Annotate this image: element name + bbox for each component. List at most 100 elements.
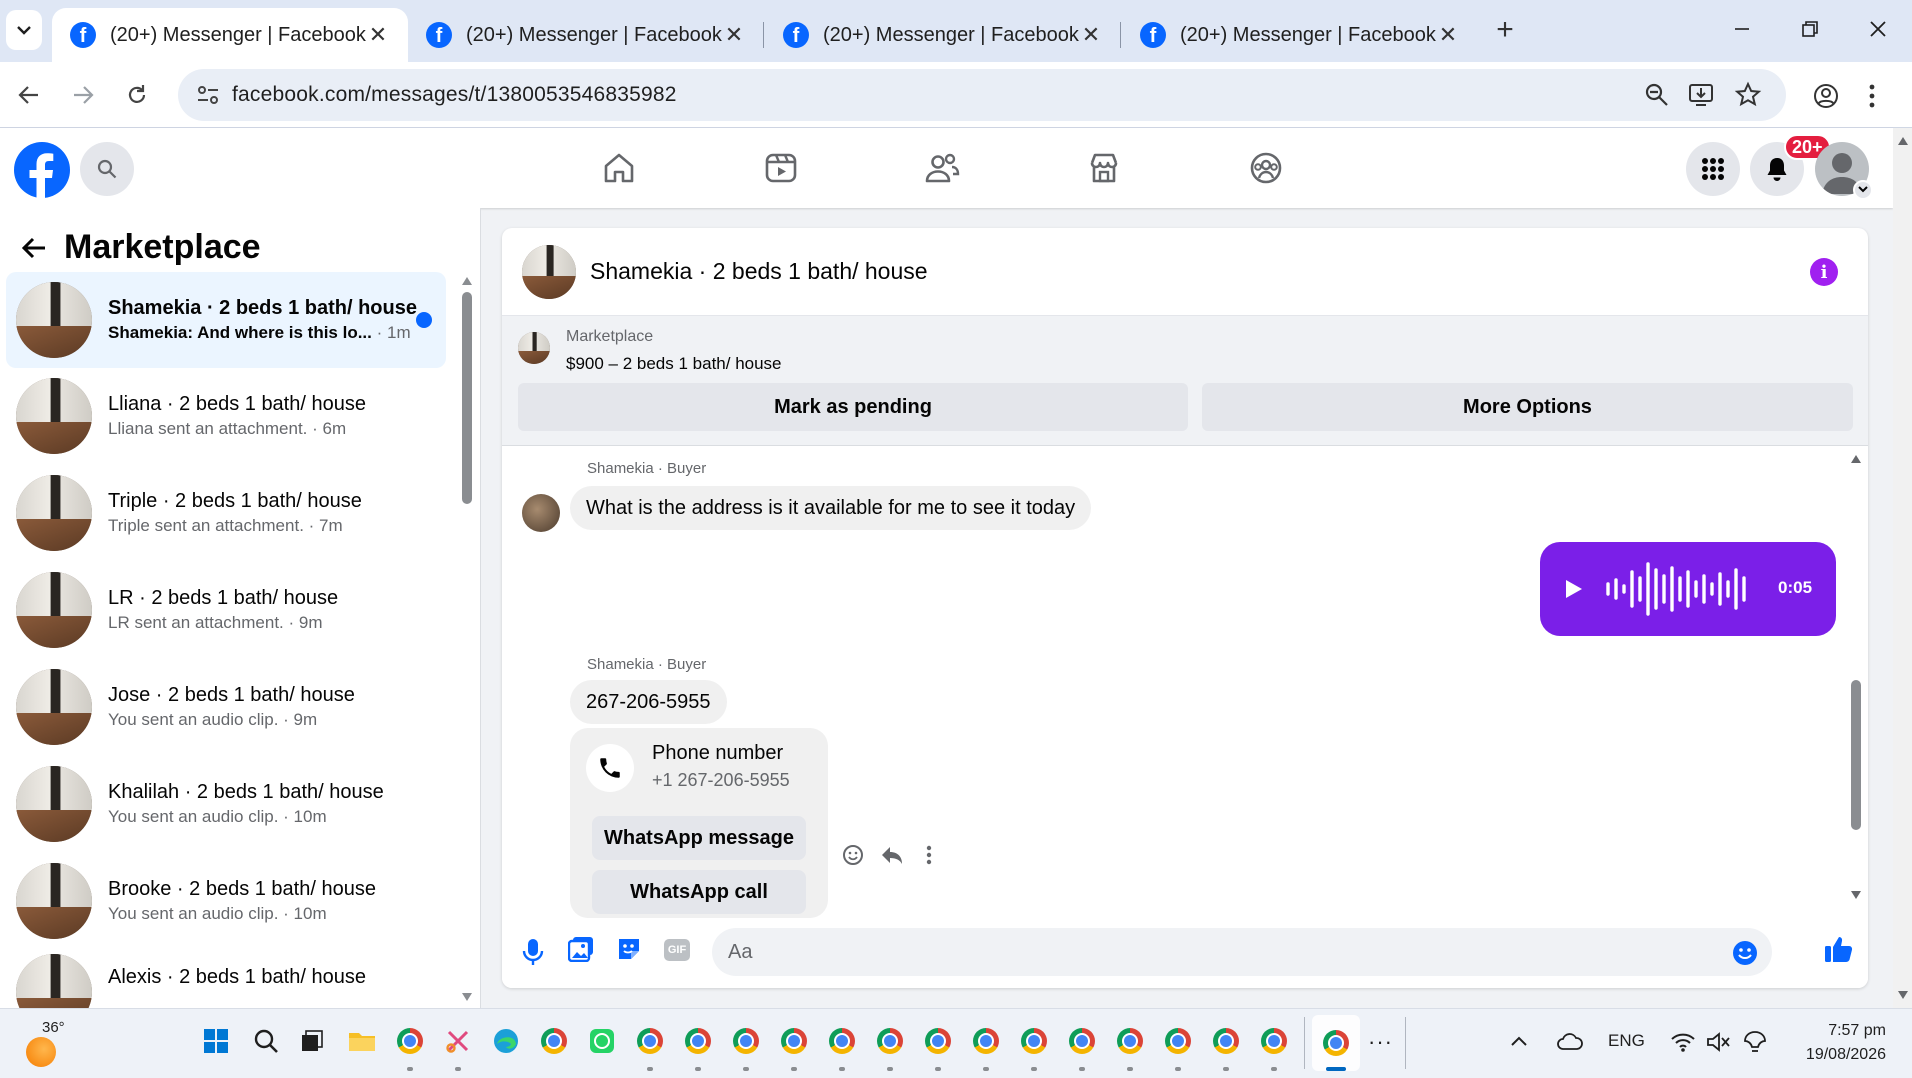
profile-icon[interactable] — [1812, 82, 1840, 110]
nav-home[interactable] — [563, 142, 675, 194]
taskbar-chrome-7[interactable] — [826, 1025, 858, 1057]
message-bubble[interactable]: What is the address is it available for … — [570, 486, 1092, 530]
chat-title[interactable]: Shamekia · 2 beds 1 bath/ house — [590, 258, 928, 285]
microphone-icon[interactable] — [522, 938, 544, 966]
taskbar-chrome-5[interactable] — [730, 1025, 762, 1057]
address-bar[interactable]: facebook.com/messages/t/1380053546835982 — [178, 69, 1786, 121]
install-app-icon[interactable] — [1688, 82, 1716, 108]
snipping-tool-button[interactable] — [442, 1025, 474, 1057]
tab-search-button[interactable] — [6, 10, 42, 50]
react-emoji-icon[interactable] — [842, 844, 864, 866]
nav-groups[interactable] — [1210, 142, 1322, 194]
chat-scrollbar[interactable] — [1851, 680, 1861, 830]
chat-avatar[interactable] — [522, 244, 576, 299]
scroll-down-arrow-icon[interactable] — [461, 992, 473, 1002]
sticker-icon[interactable] — [616, 936, 642, 962]
taskbar-chrome-3[interactable] — [634, 1025, 666, 1057]
forward-button[interactable] — [62, 74, 104, 116]
search-button[interactable] — [80, 142, 134, 196]
weather-widget[interactable]: 36° — [22, 1019, 66, 1067]
taskbar-chrome-11[interactable] — [1018, 1025, 1050, 1057]
close-tab-icon[interactable]: ✕ — [722, 22, 746, 48]
close-window-button[interactable] — [1848, 8, 1908, 50]
taskbar-search-button[interactable] — [250, 1025, 282, 1057]
taskbar-chrome-10[interactable] — [970, 1025, 1002, 1057]
listing-title[interactable]: $900 – 2 beds 1 bath/ house — [566, 354, 782, 374]
nav-video[interactable] — [725, 142, 837, 194]
taskbar-chrome-8[interactable] — [874, 1025, 906, 1057]
browser-tab[interactable]: f (20+) Messenger | Facebook ✕ — [408, 8, 764, 62]
volume-muted-icon[interactable] — [1706, 1031, 1732, 1053]
chevron-up-icon[interactable] — [1510, 1035, 1528, 1047]
close-tab-icon[interactable]: ✕ — [1436, 22, 1460, 48]
whatsapp-message-button[interactable]: WhatsApp message — [592, 816, 806, 860]
conversation-item[interactable]: Lliana · 2 beds 1 bath/ house Lliana sent… — [6, 368, 446, 464]
gif-icon[interactable]: GIF — [664, 939, 690, 961]
new-tab-button[interactable]: + — [1488, 12, 1522, 48]
conversation-list-scrollbar[interactable] — [462, 292, 472, 504]
task-view-button[interactable] — [296, 1025, 328, 1057]
conversation-item[interactable]: Khalilah · 2 beds 1 bath/ house You sent … — [6, 756, 446, 852]
browser-tab[interactable]: f (20+) Messenger | Facebook ✕ — [52, 8, 408, 62]
more-apps-icon[interactable]: ··· — [1368, 1029, 1393, 1055]
account-menu-chevron[interactable] — [1853, 180, 1873, 200]
taskbar-chrome-6[interactable] — [778, 1025, 810, 1057]
reply-icon[interactable] — [880, 844, 904, 866]
taskbar-chrome-12[interactable] — [1066, 1025, 1098, 1057]
thumbs-up-icon[interactable] — [1824, 934, 1854, 964]
taskbar-chrome-14[interactable] — [1162, 1025, 1194, 1057]
photo-icon[interactable] — [568, 936, 594, 962]
conversation-item[interactable]: Triple · 2 beds 1 bath/ house Triple sent… — [6, 465, 446, 561]
file-explorer-button[interactable] — [346, 1025, 378, 1057]
whatsapp-call-button[interactable]: WhatsApp call — [592, 870, 806, 914]
mark-as-pending-button[interactable]: Mark as pending — [518, 383, 1188, 431]
conversation-item[interactable]: Jose · 2 beds 1 bath/ house You sent an a… — [6, 659, 446, 755]
scroll-down-arrow-icon[interactable] — [1897, 990, 1909, 1000]
nav-friends[interactable] — [886, 142, 998, 194]
conversation-item[interactable]: Shamekia · 2 beds 1 bath/ house Shamekia… — [6, 272, 446, 368]
taskbar-chrome-15[interactable] — [1210, 1025, 1242, 1057]
menu-button[interactable] — [1686, 142, 1740, 196]
emoji-icon[interactable] — [1732, 940, 1758, 966]
restore-button[interactable] — [1780, 8, 1840, 50]
sender-avatar[interactable] — [522, 494, 560, 532]
facebook-logo-icon[interactable] — [14, 142, 70, 198]
message-bubble[interactable]: 267-206-5955 — [570, 680, 727, 724]
voice-message[interactable]: 0:05 — [1540, 542, 1836, 636]
taskbar-chrome-active[interactable] — [1312, 1015, 1360, 1071]
edge-button[interactable] — [490, 1025, 522, 1057]
browser-tab[interactable]: f (20+) Messenger | Facebook ✕ — [1122, 8, 1478, 62]
minimize-button[interactable] — [1712, 8, 1772, 50]
system-clock[interactable]: 7:57 pm 19/08/2026 — [1790, 1019, 1886, 1067]
taskbar-chrome-9[interactable] — [922, 1025, 954, 1057]
taskbar-chrome-2[interactable] — [538, 1025, 570, 1057]
language-indicator[interactable]: ENG — [1608, 1031, 1645, 1051]
wifi-icon[interactable] — [1670, 1031, 1696, 1053]
page-scrollbar[interactable] — [1893, 128, 1912, 1008]
scroll-down-arrow-icon[interactable] — [1850, 890, 1862, 900]
whatsapp-button[interactable] — [586, 1025, 618, 1057]
more-actions-icon[interactable] — [926, 845, 932, 865]
info-icon[interactable]: i — [1810, 258, 1838, 286]
zoom-icon[interactable] — [1644, 82, 1670, 108]
more-options-button[interactable]: More Options — [1202, 383, 1853, 431]
back-button[interactable] — [8, 74, 50, 116]
conversation-item[interactable]: LR · 2 beds 1 bath/ house LR sent an atta… — [6, 562, 446, 658]
taskbar-chrome-13[interactable] — [1114, 1025, 1146, 1057]
bookmark-star-icon[interactable] — [1734, 81, 1762, 109]
taskbar-chrome-1[interactable] — [394, 1025, 426, 1057]
site-settings-icon[interactable] — [196, 84, 220, 106]
onedrive-cloud-icon[interactable] — [1556, 1031, 1584, 1051]
browser-tab[interactable]: f (20+) Messenger | Facebook ✕ — [765, 8, 1121, 62]
close-tab-icon[interactable]: ✕ — [1079, 22, 1103, 48]
close-tab-icon[interactable]: ✕ — [366, 22, 390, 48]
conversation-item[interactable]: Alexis · 2 beds 1 bath/ house — [6, 950, 446, 1008]
taskbar-chrome-4[interactable] — [682, 1025, 714, 1057]
nav-marketplace[interactable] — [1048, 142, 1160, 194]
conversation-item[interactable]: Brooke · 2 beds 1 bath/ house You sent an… — [6, 853, 446, 949]
play-icon[interactable] — [1564, 578, 1584, 600]
scroll-up-arrow-icon[interactable] — [1897, 136, 1909, 146]
taskbar-chrome-16[interactable] — [1258, 1025, 1290, 1057]
start-button[interactable] — [200, 1025, 232, 1057]
browser-menu-icon[interactable] — [1868, 82, 1876, 110]
